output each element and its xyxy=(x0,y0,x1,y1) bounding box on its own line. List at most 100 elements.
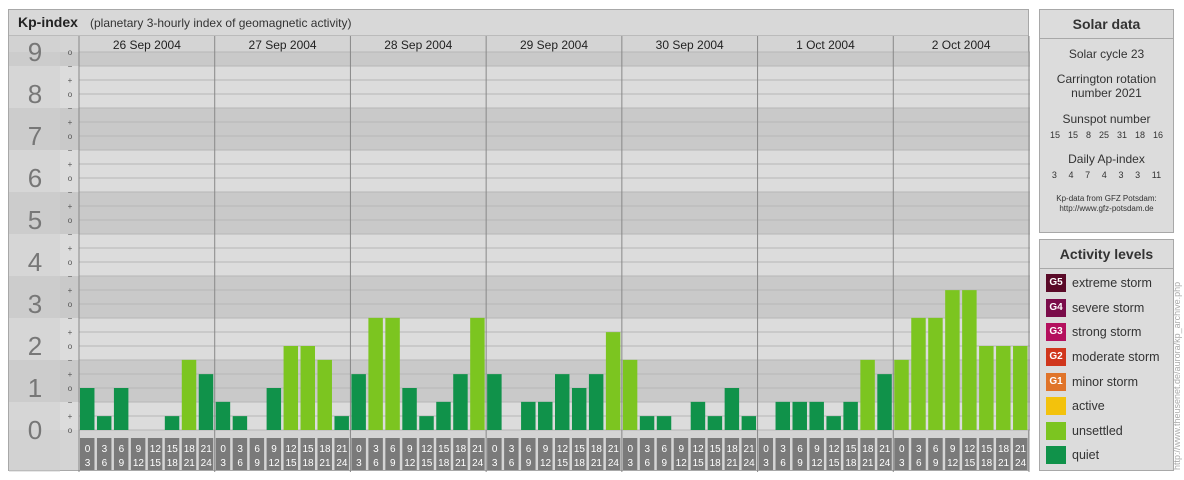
hour-start-label: 9 xyxy=(678,444,684,455)
kp-bar xyxy=(436,401,451,430)
hour-start-label: 9 xyxy=(271,444,277,455)
hour-end-label: 3 xyxy=(220,458,226,469)
kp-bar xyxy=(605,332,621,430)
hour-end-label: 21 xyxy=(727,458,739,469)
hour-start-label: 18 xyxy=(591,444,603,455)
hour-end-label: 9 xyxy=(526,458,532,469)
sunspot-value: 31 xyxy=(1116,130,1127,140)
kp-level-band xyxy=(9,360,1030,402)
day-label: 26 Sep 2004 xyxy=(113,38,181,52)
level-label: severe storm xyxy=(1072,300,1145,315)
hour-start-label: 12 xyxy=(557,444,569,455)
hour-start-label: 0 xyxy=(85,444,91,455)
hour-start-label: 15 xyxy=(302,444,314,455)
kp-bar xyxy=(707,416,723,430)
solar-cycle: Solar cycle 23 xyxy=(1068,47,1145,61)
hour-end-label: 9 xyxy=(390,458,396,469)
kp-bar xyxy=(198,374,214,430)
level-swatch: G3 xyxy=(1046,323,1066,342)
hour-end-label: 21 xyxy=(319,458,331,469)
level-label: extreme storm xyxy=(1072,276,1152,291)
y-axis-label: 9 xyxy=(28,37,42,67)
y-minor-mark: + xyxy=(68,118,73,127)
level-label: minor storm xyxy=(1072,374,1138,389)
kp-bar xyxy=(419,416,434,430)
kp-bar xyxy=(571,388,587,430)
ap-value: 3 xyxy=(1051,170,1057,180)
level-item-moderate-storm: G2 moderate storm xyxy=(1040,345,1173,370)
kp-bar xyxy=(588,374,604,430)
kp-bar xyxy=(96,416,112,430)
kp-bar xyxy=(860,359,875,430)
hour-end-label: 3 xyxy=(628,458,634,469)
solar-data-title: Solar data xyxy=(1040,10,1173,39)
solar-data-panel: Solar data Solar cycle 23 Carrington rot… xyxy=(1039,9,1174,233)
hour-start-label: 0 xyxy=(220,444,226,455)
hour-end-label: 24 xyxy=(472,458,484,469)
kp-level-band xyxy=(9,318,1030,360)
level-label: unsettled xyxy=(1072,423,1123,438)
hour-end-label: 9 xyxy=(661,458,667,469)
hour-end-label: 6 xyxy=(373,458,379,469)
kp-bar xyxy=(232,416,248,430)
kp-level-band xyxy=(9,108,1030,150)
day-label: 1 Oct 2004 xyxy=(796,38,855,52)
hour-end-label: 18 xyxy=(845,458,857,469)
y-minor-mark: + xyxy=(68,370,73,379)
ap-value: 4 xyxy=(1101,170,1107,180)
level-swatch: G2 xyxy=(1046,348,1066,367)
y-minor-mark: − xyxy=(68,188,73,197)
y-minor-mark: + xyxy=(68,412,73,421)
kp-bar-chart: 0123456789o+−o+−o+−o+−o+−o+−o+−o+−o+−o26… xyxy=(9,36,1030,472)
hour-start-label: 15 xyxy=(438,444,450,455)
kp-bar xyxy=(622,359,638,430)
y-minor-mark: − xyxy=(68,230,73,239)
hour-end-label: 21 xyxy=(184,458,196,469)
hour-start-label: 15 xyxy=(845,444,857,455)
kp-bar xyxy=(80,388,95,430)
level-swatch: G4 xyxy=(1046,298,1066,317)
y-axis-label: 5 xyxy=(28,205,42,235)
hour-end-label: 15 xyxy=(285,458,297,469)
level-item-severe-storm: G4 severe storm xyxy=(1040,296,1173,321)
level-swatch xyxy=(1046,446,1066,465)
hour-end-label: 24 xyxy=(1015,458,1027,469)
hour-end-label: 6 xyxy=(509,458,515,469)
data-source-link[interactable]: http://www.gfz-potsdam.de xyxy=(1040,204,1173,214)
hour-start-label: 12 xyxy=(693,444,705,455)
kp-bar xyxy=(334,416,349,430)
kp-level-band xyxy=(9,52,1030,66)
y-axis-label: 8 xyxy=(28,79,42,109)
ap-value: 3 xyxy=(1118,170,1124,180)
day-label: 27 Sep 2004 xyxy=(249,38,317,52)
hour-end-label: 9 xyxy=(797,458,803,469)
y-axis-label: 4 xyxy=(28,247,42,277)
hour-start-label: 15 xyxy=(981,444,993,455)
hour-start-label: 3 xyxy=(237,444,243,455)
hour-end-label: 15 xyxy=(557,458,569,469)
y-minor-mark: + xyxy=(68,328,73,337)
kp-level-band xyxy=(9,66,1030,108)
hour-start-label: 9 xyxy=(814,444,820,455)
y-minor-mark: o xyxy=(68,90,73,99)
y-minor-mark: − xyxy=(68,356,73,365)
hour-end-label: 24 xyxy=(608,458,620,469)
hour-start-label: 15 xyxy=(710,444,722,455)
hour-start-label: 18 xyxy=(455,444,467,455)
hour-start-label: 21 xyxy=(201,444,213,455)
kp-bar xyxy=(775,401,790,430)
hour-start-label: 18 xyxy=(184,444,196,455)
sunspot-values: 15 15 8 25 31 18 16 xyxy=(1040,130,1173,140)
hour-start-label: 0 xyxy=(628,444,634,455)
kp-bar xyxy=(979,346,994,430)
level-label: moderate storm xyxy=(1072,350,1160,365)
hour-end-label: 18 xyxy=(438,458,450,469)
kp-bar xyxy=(385,317,400,430)
level-item-unsettled: unsettled xyxy=(1040,419,1173,444)
ap-value: 4 xyxy=(1068,170,1074,180)
kp-bar xyxy=(996,346,1011,430)
hour-end-label: 21 xyxy=(455,458,467,469)
hour-start-label: 9 xyxy=(407,444,413,455)
y-minor-mark: o xyxy=(68,426,73,435)
y-minor-mark: o xyxy=(68,342,73,351)
